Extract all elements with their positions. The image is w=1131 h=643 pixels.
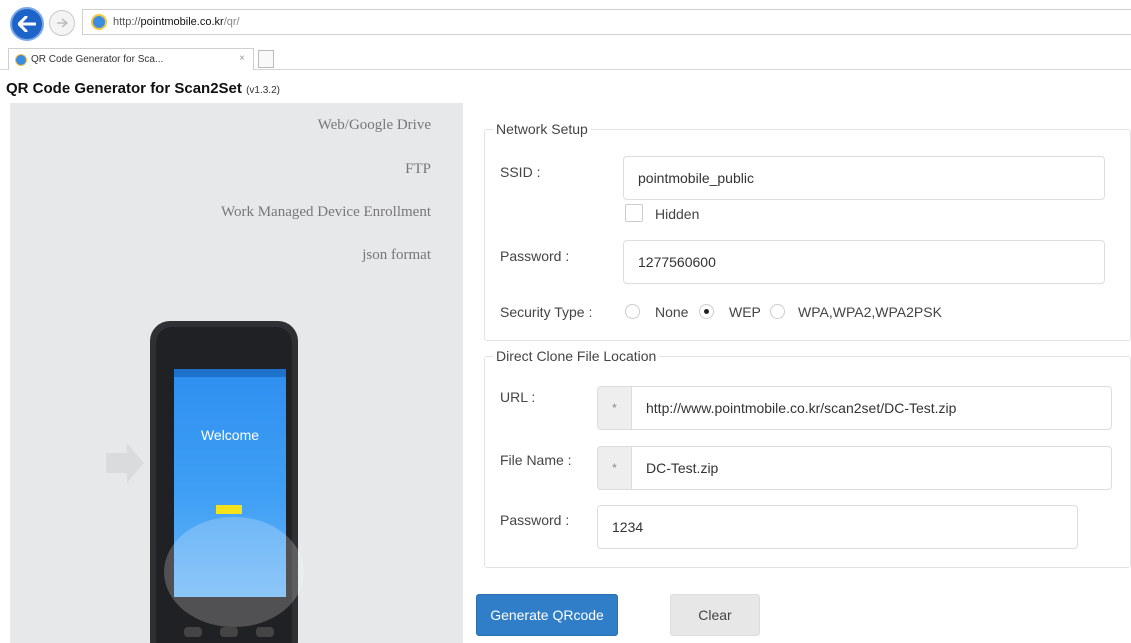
new-tab-button[interactable] [258, 50, 274, 68]
menu-item-web-google-drive[interactable]: Web/Google Drive [318, 117, 431, 134]
left-panel: Web/Google Drive FTP Work Managed Device… [10, 103, 463, 643]
network-setup-legend: Network Setup [493, 121, 591, 137]
security-wpa-radio[interactable] [770, 304, 785, 319]
clear-button[interactable]: Clear [670, 594, 760, 636]
arrow-left-icon [18, 16, 36, 32]
ie-icon [91, 14, 107, 30]
url-field[interactable]: http://pointmobile.co.kr/qr/ [82, 9, 1131, 35]
password-label: Password : [500, 248, 570, 264]
menu-item-json-format[interactable]: json format [362, 247, 431, 264]
security-wep-radio[interactable] [699, 304, 714, 319]
url-required-marker: * [597, 386, 631, 430]
generate-qrcode-button[interactable]: Generate QRcode [476, 594, 618, 636]
network-password-input[interactable]: 1277560600 [623, 240, 1105, 284]
filename-required-marker: * [597, 446, 631, 490]
security-wep-label: WEP [729, 304, 761, 320]
device-screen: Welcome [164, 369, 304, 627]
hidden-checkbox[interactable] [625, 204, 643, 222]
back-button[interactable] [10, 7, 44, 41]
url-label: URL : [500, 389, 536, 405]
device-image: Welcome [150, 321, 304, 643]
clone-url-input[interactable]: http://www.pointmobile.co.kr/scan2set/DC… [631, 386, 1112, 430]
arrow-right-icon [57, 18, 68, 28]
security-none-label: None [655, 304, 689, 320]
device-keys [184, 627, 274, 641]
menu-item-work-managed[interactable]: Work Managed Device Enrollment [221, 204, 431, 221]
tab-bar: QR Code Generator for Sca... × [0, 44, 1131, 70]
version-label: (v1.3.2) [246, 85, 280, 96]
arrow-right-icon [106, 443, 144, 483]
security-wpa-label: WPA,WPA2,WPA2PSK [798, 304, 942, 320]
filename-label: File Name : [500, 452, 572, 468]
forward-button[interactable] [49, 10, 75, 36]
url-text: http://pointmobile.co.kr/qr/ [113, 16, 240, 28]
hidden-label: Hidden [655, 206, 700, 222]
page-title: QR Code Generator for Scan2Set (v1.3.2) [6, 80, 280, 97]
tab-title: QR Code Generator for Sca... [31, 54, 164, 65]
clone-location-legend: Direct Clone File Location [493, 348, 660, 364]
welcome-text: Welcome [200, 427, 260, 443]
ssid-label: SSID : [500, 164, 541, 180]
ssid-input[interactable]: pointmobile_public [623, 156, 1105, 200]
close-icon[interactable]: × [239, 53, 245, 64]
browser-tab[interactable]: QR Code Generator for Sca... × [8, 48, 254, 70]
security-none-radio[interactable] [625, 304, 640, 319]
menu-item-ftp[interactable]: FTP [405, 161, 431, 178]
security-type-label: Security Type : [500, 304, 593, 320]
clone-filename-input[interactable]: DC-Test.zip [631, 446, 1112, 490]
clone-password-label: Password : [500, 512, 570, 528]
browser-address-bar: http://pointmobile.co.kr/qr/ [0, 0, 1131, 44]
clone-password-input[interactable]: 1234 [597, 505, 1078, 549]
device-screen-button [216, 505, 242, 514]
ie-icon [15, 53, 27, 66]
